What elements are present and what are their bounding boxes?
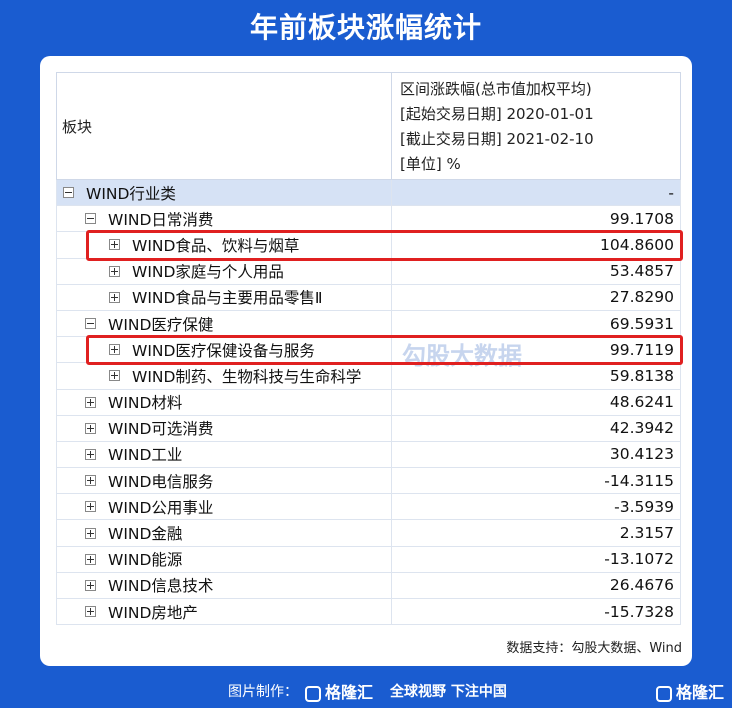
sector-name: WIND金融	[108, 525, 183, 544]
gelonghui-logo: 格隆汇	[305, 679, 373, 703]
expand-icon[interactable]	[109, 265, 120, 277]
sector-name: WIND医疗保健	[108, 315, 214, 334]
sector-name: WIND电信服务	[108, 472, 214, 491]
change-value: -15.7328	[604, 602, 674, 621]
change-value: 42.3942	[609, 419, 674, 438]
header-sector: 板块	[57, 73, 392, 179]
gelonghui-logo-right: 格隆汇	[656, 679, 724, 703]
sector-name: WIND制药、生物科技与生命科学	[132, 367, 362, 386]
slogan: 全球视野 下注中国	[390, 684, 507, 700]
table-row[interactable]: WIND信息技术 26.4676	[56, 572, 681, 599]
sector-name-cell: WIND医疗保健	[57, 310, 392, 337]
table-card: 板块 区间涨跌幅(总市值加权平均) [起始交易日期] 2020-01-01 [截…	[40, 56, 692, 666]
sector-name-cell: WIND金融	[57, 520, 392, 546]
data-source: 数据支持：勾股大数据、Wind	[506, 641, 682, 656]
expand-icon[interactable]	[85, 553, 96, 565]
change-value: 26.4676	[609, 576, 674, 595]
table-row[interactable]: WIND可选消费 42.3942	[56, 415, 681, 442]
expand-icon[interactable]	[85, 527, 96, 539]
sector-name-cell: WIND公用事业	[57, 494, 392, 520]
footer: 图片制作： 格隆汇 全球视野 下注中国 格隆汇	[0, 676, 732, 708]
collapse-icon[interactable]	[63, 187, 74, 199]
sector-name: WIND材料	[108, 394, 183, 413]
collapse-icon[interactable]	[85, 318, 96, 330]
sector-name-cell: WIND能源	[57, 546, 392, 572]
sector-name-cell: WIND工业	[57, 441, 392, 468]
sector-name-cell: WIND家庭与个人用品	[57, 258, 392, 284]
logo-icon	[305, 685, 321, 702]
table-row[interactable]: WIND金融 2.3157	[56, 520, 681, 547]
sector-name: WIND工业	[108, 446, 183, 465]
table-row[interactable]: WIND电信服务 -14.3115	[56, 468, 681, 495]
collapse-icon[interactable]	[85, 213, 96, 225]
header-line: 区间涨跌幅(总市值加权平均)	[400, 80, 592, 98]
made-by-label: 图片制作：	[228, 684, 298, 700]
header-line: [起始交易日期] 2020-01-01	[400, 105, 594, 123]
change-value: 2.3157	[619, 524, 674, 543]
table-row[interactable]: WIND制药、生物科技与生命科学 59.8138	[56, 363, 681, 390]
sector-name-cell: WIND电信服务	[57, 468, 392, 494]
header-change: 区间涨跌幅(总市值加权平均) [起始交易日期] 2020-01-01 [截止交易…	[392, 73, 680, 179]
sector-name-cell: WIND制药、生物科技与生命科学	[57, 363, 392, 389]
header-line: [单位] %	[400, 155, 461, 173]
header-line: [截止交易日期] 2021-02-10	[400, 130, 594, 148]
change-value: -13.1072	[604, 550, 674, 569]
sector-name-cell: WIND食品与主要用品零售Ⅱ	[57, 284, 392, 310]
table-row[interactable]: WIND能源 -13.1072	[56, 546, 681, 573]
sector-name: WIND食品与主要用品零售Ⅱ	[132, 289, 323, 308]
page-title: 年前板块涨幅统计	[249, 11, 482, 44]
table-row[interactable]: WIND材料 48.6241	[56, 389, 681, 416]
expand-icon[interactable]	[109, 291, 120, 303]
logo-text: 格隆汇	[325, 683, 374, 702]
change-value: 48.6241	[609, 393, 674, 412]
sector-name: WIND家庭与个人用品	[132, 263, 284, 282]
change-value: -14.3115	[604, 471, 674, 490]
sector-name-cell: WIND可选消费	[57, 415, 392, 441]
expand-icon[interactable]	[85, 448, 96, 460]
table-row[interactable]: WIND食品与主要用品零售Ⅱ 27.8290	[56, 284, 681, 311]
highlight-box	[86, 230, 683, 261]
change-value: 27.8290	[609, 288, 674, 307]
change-value: 69.5931	[609, 314, 674, 333]
expand-icon[interactable]	[85, 501, 96, 513]
table-row[interactable]: WIND公用事业 -3.5939	[56, 494, 681, 521]
sector-name-cell: WIND房地产	[57, 599, 392, 625]
table-row[interactable]: WIND工业 30.4123	[56, 441, 681, 469]
sector-name-cell: WIND材料	[57, 389, 392, 415]
table-row[interactable]: WIND行业类 -	[56, 180, 681, 207]
table-row[interactable]: WIND房地产 -15.7328	[56, 599, 681, 626]
table-row[interactable]: WIND医疗保健 69.5931	[56, 310, 681, 338]
table-row[interactable]: WIND家庭与个人用品 53.4857	[56, 258, 681, 285]
logo-icon	[656, 685, 672, 702]
sector-name-cell: WIND日常消费	[57, 206, 392, 232]
sector-name-cell: WIND信息技术	[57, 572, 392, 598]
table-header: 板块 区间涨跌幅(总市值加权平均) [起始交易日期] 2020-01-01 [截…	[56, 72, 681, 180]
sector-name-cell: WIND行业类	[57, 180, 392, 206]
expand-icon[interactable]	[85, 579, 96, 591]
expand-icon[interactable]	[85, 422, 96, 434]
sector-name: WIND公用事业	[108, 498, 214, 517]
expand-icon[interactable]	[85, 606, 96, 618]
change-value: -3.5939	[614, 497, 674, 516]
expand-icon[interactable]	[85, 396, 96, 408]
change-value: 99.1708	[609, 209, 674, 228]
change-value: 30.4123	[609, 445, 674, 464]
sector-name: WIND行业类	[86, 184, 176, 203]
sector-name: WIND信息技术	[108, 577, 214, 596]
expand-icon[interactable]	[109, 370, 120, 382]
logo-text: 格隆汇	[676, 683, 725, 702]
expand-icon[interactable]	[85, 475, 96, 487]
table-row[interactable]: WIND日常消费 99.1708	[56, 206, 681, 233]
highlight-box	[86, 335, 683, 366]
sector-name: WIND房地产	[108, 603, 198, 622]
change-value: 53.4857	[609, 262, 674, 281]
sector-name: WIND日常消费	[108, 210, 214, 229]
change-value: -	[668, 183, 674, 202]
sector-name: WIND可选消费	[108, 420, 214, 439]
sector-name: WIND能源	[108, 551, 183, 570]
